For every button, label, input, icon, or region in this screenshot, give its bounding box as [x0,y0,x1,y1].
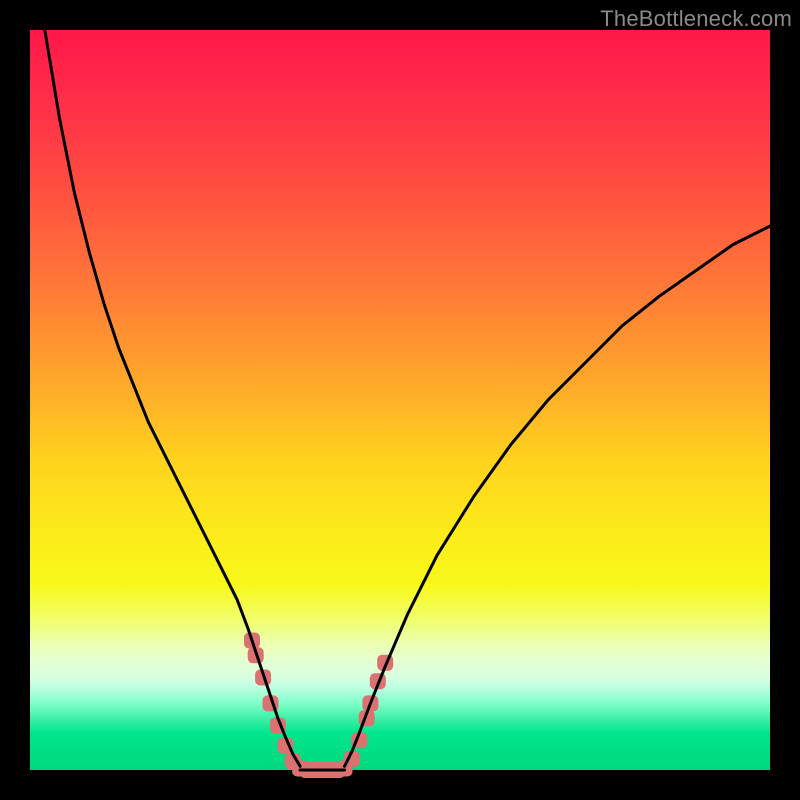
chart-svg [30,30,770,770]
plot-area [30,30,770,770]
watermark-text: TheBottleneck.com [600,6,792,32]
chart-frame: TheBottleneck.com [0,0,800,800]
bottleneck-right-curve [345,226,771,766]
